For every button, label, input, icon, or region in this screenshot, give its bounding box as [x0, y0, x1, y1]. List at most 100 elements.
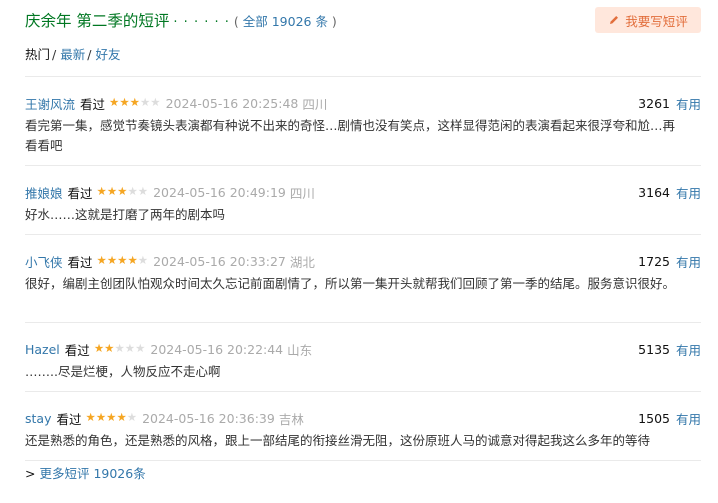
comment-time: 2024-05-16 20:33:27 [153, 253, 286, 269]
write-comment-button[interactable]: 我要写短评 [595, 7, 701, 33]
more-arrow: > [25, 466, 36, 481]
comment-content: 很好，编剧主创团队怕观众时间太久忘记前面剧情了，所以第一集开头就帮我们回顾了第一… [25, 276, 676, 291]
comment-item: stay 看过 ★ ★ ★ ★ ★ 2024-05-16 20:36:39 吉林 1505 有用还是… [25, 392, 701, 461]
count-close-paren: ) [327, 14, 337, 29]
star-icon: ★ [109, 95, 120, 110]
tab-separator: / [87, 47, 92, 62]
comment-user-link[interactable]: stay [25, 411, 51, 426]
star-icon: ★ [119, 95, 130, 110]
rating-stars: ★ ★ ★ ★ ★ [94, 343, 146, 355]
watch-status: 看过 [80, 96, 106, 112]
star-icon: ★ [106, 410, 117, 425]
vote-count: 1725 [638, 253, 670, 269]
vote-count: 3164 [638, 184, 670, 200]
star-icon: ★ [127, 184, 138, 199]
comment-content: ……..尽是烂梗，人物反应不走心啊 [25, 364, 221, 379]
tab-1[interactable]: 最新 [60, 47, 85, 62]
comment-item: 推娘娘 看过 ★ ★ ★ ★ ★ 2024-05-16 20:49:19 四川 3164 有用好水…… [25, 166, 701, 235]
rating-stars: ★ ★ ★ ★ ★ [86, 412, 138, 424]
star-icon: ★ [117, 253, 128, 268]
comment-meta: 推娘娘 看过 ★ ★ ★ ★ ★ 2024-05-16 20:49:19 四川 [25, 183, 315, 201]
useful-button[interactable]: 有用 [676, 94, 701, 113]
rating-stars: ★ ★ ★ ★ ★ [97, 255, 149, 267]
comment-content: 好水……这就是打磨了两年的剧本吗 [25, 207, 226, 222]
star-icon: ★ [127, 253, 138, 268]
comment-item: 王谢风流 看过 ★ ★ ★ ★ ★ 2024-05-16 20:25:48 四川 3261 有用 看完… [25, 77, 701, 166]
star-icon: ★ [137, 253, 149, 268]
pencil-icon [610, 16, 619, 24]
tab-0[interactable]: 热门 [25, 47, 50, 62]
comment-meta: 小飞侠 看过 ★ ★ ★ ★ ★ 2024-05-16 20:33:27 湖北 [25, 252, 315, 270]
star-icon: ★ [135, 341, 146, 356]
total-count: ( 全部 19026 条 ) [234, 14, 337, 29]
comment-meta: Hazel 看过 ★ ★ ★ ★ ★ 2024-05-16 20:22:44 山东 [25, 340, 312, 358]
star-icon: ★ [114, 341, 125, 356]
useful-button[interactable]: 有用 [676, 409, 701, 428]
comment-location: 山东 [287, 342, 313, 358]
vote-count: 3261 [638, 95, 670, 111]
section-title: 庆余年 第二季的短评 [25, 12, 170, 30]
star-icon: ★ [129, 95, 140, 110]
comment-votes: 1505 有用 [638, 409, 701, 427]
watch-status: 看过 [64, 342, 90, 358]
comment-time: 2024-05-16 20:36:39 [142, 410, 275, 426]
short-comments-section: 庆余年 第二季的短评 · · · · · · ( 全部 19026 条 ) 我要… [25, 0, 701, 481]
comment-meta: stay 看过 ★ ★ ★ ★ ★ 2024-05-16 20:36:39 吉林 [25, 409, 304, 427]
comment-user-link[interactable]: Hazel [25, 342, 60, 357]
section-header: 庆余年 第二季的短评 · · · · · · ( 全部 19026 条 ) 我要… [25, 0, 701, 36]
comment-location: 四川 [302, 96, 328, 112]
watch-status: 看过 [67, 254, 93, 270]
comment-user-link[interactable]: 王谢风流 [25, 94, 75, 113]
comment-location: 吉林 [278, 411, 304, 427]
comment-user-link[interactable]: 推娘娘 [25, 183, 63, 202]
star-icon: ★ [104, 341, 115, 356]
write-comment-label: 我要写短评 [625, 13, 688, 29]
comment-content: 还是熟悉的角色，还是熟悉的风格，跟上一部结尾的衔接丝滑无阻，这份原班人马的诚意对… [25, 433, 651, 448]
sort-tabs: 热门 / 最新 / 好友 [25, 44, 120, 63]
comment-content: 看完第一集，感觉节奏镜头表演都有种说不出来的奇怪…剧情也没有笑点，这样显得范闲的… [25, 118, 676, 153]
useful-button[interactable]: 有用 [676, 340, 701, 359]
comment-votes: 1725 有用 [638, 252, 701, 270]
vote-count: 1505 [638, 410, 670, 426]
watch-status: 看过 [67, 185, 93, 201]
watch-status: 看过 [56, 411, 82, 427]
star-icon: ★ [117, 184, 128, 199]
star-icon: ★ [139, 95, 151, 110]
comment-time: 2024-05-16 20:22:44 [150, 341, 284, 357]
comment-votes: 3164 有用 [638, 183, 701, 201]
star-icon: ★ [106, 184, 118, 199]
star-icon: ★ [96, 253, 107, 268]
title-line: 庆余年 第二季的短评 · · · · · · ( 全部 19026 条 ) [25, 9, 337, 31]
rating-stars: ★ ★ ★ ★ ★ [109, 97, 161, 109]
more-comments-link[interactable]: 更多短评 19026条 [39, 466, 145, 481]
comment-votes: 3261 有用 [638, 94, 701, 112]
more-comments: > 更多短评 19026条 [25, 463, 146, 482]
star-icon: ★ [124, 341, 136, 356]
star-icon: ★ [96, 184, 107, 199]
comment-item: Hazel 看过 ★ ★ ★ ★ ★ 2024-05-16 20:22:44 山东 5135 有用…… [25, 323, 701, 392]
vote-count: 5135 [638, 341, 670, 357]
star-icon: ★ [126, 410, 138, 425]
comment-user-link[interactable]: 小飞侠 [25, 252, 63, 271]
count-open-paren: ( [233, 14, 243, 29]
star-icon: ★ [106, 253, 118, 268]
comment-time: 2024-05-16 20:25:48 [165, 95, 299, 111]
tab-separator: / [52, 47, 57, 62]
comment-votes: 5135 有用 [638, 340, 701, 358]
star-icon: ★ [150, 95, 161, 110]
useful-button[interactable]: 有用 [676, 252, 701, 271]
comment-item: 小飞侠 看过 ★ ★ ★ ★ ★ 2024-05-16 20:33:27 湖北 1725 有用 很好，… [25, 235, 701, 323]
comment-list: 王谢风流 看过 ★ ★ ★ ★ ★ 2024-05-16 20:25:48 四川 3261 有用 看完… [25, 76, 701, 461]
star-icon: ★ [85, 410, 96, 425]
all-comments-link[interactable]: 全部 19026 条 [243, 14, 328, 29]
rating-stars: ★ ★ ★ ★ ★ [97, 186, 149, 198]
useful-button[interactable]: 有用 [676, 183, 701, 202]
tab-2[interactable]: 好友 [95, 47, 120, 62]
comment-location: 湖北 [289, 254, 315, 270]
title-dots: · · · · · · [173, 15, 230, 30]
star-icon: ★ [93, 341, 105, 356]
star-icon: ★ [95, 410, 107, 425]
comment-time: 2024-05-16 20:49:19 [153, 184, 286, 200]
comment-location: 四川 [289, 185, 315, 201]
comment-meta: 王谢风流 看过 ★ ★ ★ ★ ★ 2024-05-16 20:25:48 四川 [25, 94, 327, 112]
